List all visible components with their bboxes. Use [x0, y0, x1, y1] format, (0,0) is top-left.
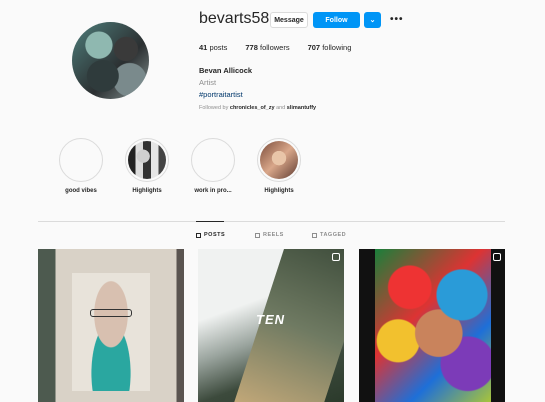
- profile-username: bevarts58: [199, 10, 270, 27]
- reels-icon: [255, 232, 260, 238]
- highlight-item[interactable]: Highlights: [117, 138, 177, 194]
- tab-tagged[interactable]: TAGGED: [312, 232, 346, 238]
- followed-by-user-link[interactable]: slimantuffy: [287, 105, 316, 111]
- follow-button[interactable]: Follow: [313, 12, 360, 28]
- highlight-cover: [257, 138, 301, 182]
- stat-followers[interactable]: 778 followers: [245, 43, 289, 52]
- colorful-portrait-image: [375, 249, 491, 402]
- highlight-cover: [59, 138, 103, 182]
- stat-following[interactable]: 707 following: [308, 43, 352, 52]
- active-tab-indicator: [196, 221, 224, 222]
- profile-stats: 41 posts 778 followers 707 following: [199, 43, 369, 52]
- portrait-drawing-image: [72, 273, 150, 391]
- post-thumbnail[interactable]: TEN: [198, 249, 344, 402]
- post-thumbnail[interactable]: [38, 249, 184, 402]
- reel-icon: [493, 253, 501, 261]
- tab-reels[interactable]: REELS: [255, 232, 284, 238]
- highlight-label: Highlights: [132, 188, 162, 194]
- waterfall-image: [232, 249, 344, 402]
- highlight-item[interactable]: Highlights: [249, 138, 309, 194]
- profile-full-name: Bevan Allicock: [199, 66, 253, 75]
- suggested-dropdown-button[interactable]: ⌄: [364, 12, 381, 28]
- tagged-icon: [312, 232, 317, 238]
- profile-category: Artist: [199, 78, 217, 87]
- highlight-label: Highlights: [264, 188, 294, 194]
- highlight-label: work in pro...: [194, 188, 232, 194]
- tab-posts[interactable]: POSTS: [196, 232, 225, 238]
- highlight-item[interactable]: good vibes: [51, 138, 111, 194]
- post-overlay-text: TEN: [256, 312, 285, 327]
- profile-avatar[interactable]: [72, 22, 149, 99]
- post-thumbnail[interactable]: [359, 249, 505, 402]
- chevron-down-icon: ⌄: [369, 17, 376, 24]
- highlight-label: good vibes: [65, 188, 97, 194]
- message-button[interactable]: Message: [270, 12, 308, 28]
- more-options-icon[interactable]: •••: [390, 14, 404, 25]
- highlight-cover: [191, 138, 235, 182]
- grid-icon: [196, 232, 201, 238]
- followed-by-user-link[interactable]: chronicles_of_zy: [230, 105, 275, 111]
- profile-hashtag-link[interactable]: #portraitartist: [199, 90, 243, 99]
- followed-by-text: Followed by chronicles_of_zy and slimant…: [199, 105, 317, 111]
- stat-posts: 41 posts: [199, 43, 228, 52]
- highlight-cover: [125, 138, 169, 182]
- highlight-item[interactable]: work in pro...: [183, 138, 243, 194]
- glasses-shape: [90, 309, 132, 317]
- tabs-divider: [38, 221, 505, 222]
- reel-icon: [332, 253, 340, 261]
